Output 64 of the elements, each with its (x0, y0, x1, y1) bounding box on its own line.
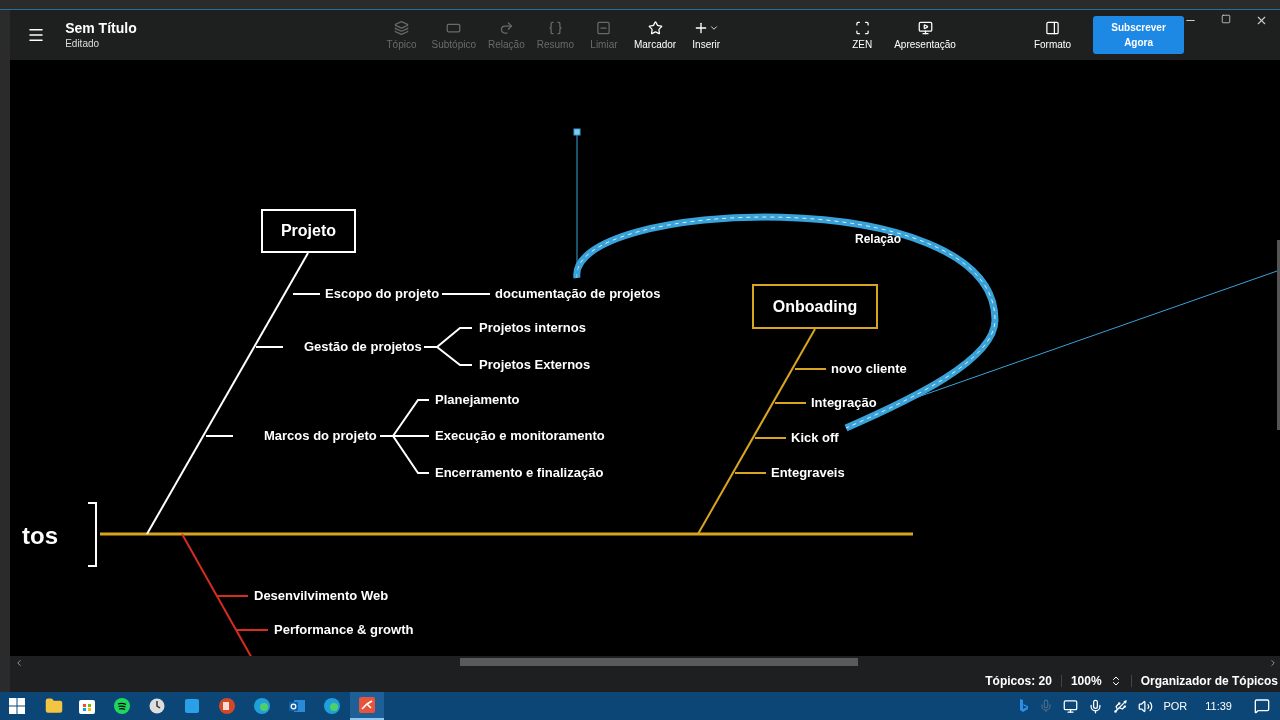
usb-icon (1113, 698, 1129, 714)
input-language[interactable]: POR (1163, 697, 1188, 715)
topic-label[interactable]: Gestão de projetos (304, 338, 422, 356)
branch-topic[interactable]: Projeto (261, 209, 356, 253)
toolbar-button[interactable]: Marcador (629, 18, 681, 52)
slides-app-icon (219, 698, 235, 714)
document-title: Sem Título (65, 19, 138, 37)
topic-count: Tópicos: 20 (985, 673, 1052, 690)
mind-map-app-icon (359, 697, 375, 713)
search-engine-icon (1019, 699, 1030, 713)
topic-label[interactable]: Integração (811, 394, 877, 412)
scrollbar-thumb[interactable] (460, 658, 858, 666)
browser-icon (254, 698, 270, 714)
clock-icon (149, 698, 165, 714)
folder-icon (45, 697, 63, 715)
bracket-icon (87, 502, 97, 567)
toolbar-button[interactable]: Apresentação (890, 18, 960, 52)
topic-label[interactable]: Entegraveis (771, 464, 845, 482)
close-icon (1255, 14, 1268, 27)
browser-icon (324, 698, 340, 714)
scroll-right-icon (1268, 658, 1278, 668)
store-icon (79, 698, 95, 714)
connector-line (423, 346, 473, 366)
app-tile-icon (184, 698, 200, 714)
topic-label[interactable]: Projetos internos (479, 319, 586, 337)
notifications-icon (1254, 698, 1270, 714)
active-app-tab[interactable] (350, 692, 384, 720)
connector-line (441, 293, 491, 295)
topic-label[interactable]: Projetos Externos (479, 356, 591, 374)
toolbar-button[interactable]: ZEN (848, 18, 877, 52)
topic-label[interactable]: Marcos do projeto (264, 427, 377, 445)
control-handle[interactable] (573, 128, 581, 279)
volume-icon (1138, 698, 1154, 714)
star-icon (647, 18, 663, 37)
topic-label[interactable]: documentação de projetos (495, 285, 661, 303)
document-status: Editado (65, 37, 101, 51)
subscribe-button[interactable]: Subscrever Agora (1093, 16, 1184, 54)
microphone-icon (1088, 698, 1104, 714)
topic-label[interactable]: Performance & growth (274, 621, 414, 639)
topic-label[interactable]: Desenvilvimento Web (254, 587, 389, 605)
scroll-left-icon (14, 658, 24, 668)
topic-organizer-link[interactable]: Organizador de Tópicos (1140, 672, 1278, 690)
format-button[interactable]: Formato (1029, 18, 1076, 52)
scrollbar-thumb[interactable] (1277, 240, 1280, 430)
layers-icon (394, 18, 409, 37)
zoom-level[interactable]: 100% (1070, 672, 1102, 690)
topic-label[interactable]: novo cliente (831, 360, 907, 378)
relationship-label[interactable]: Relação (855, 230, 902, 248)
microphone-icon (1039, 699, 1054, 713)
branch-topic[interactable]: Onboading (752, 284, 878, 329)
central-topic[interactable]: tos (22, 521, 58, 551)
maximize-icon (1221, 14, 1231, 24)
menu-icon (26, 26, 45, 44)
windows-logo-icon[interactable] (9, 698, 25, 714)
topic-label[interactable]: Escopo do projeto (325, 285, 440, 303)
clock-time[interactable]: 11:39 (1205, 697, 1232, 715)
network-icon (1063, 698, 1079, 714)
topic-label[interactable]: Kick off (791, 429, 839, 447)
music-app-icon (114, 698, 130, 714)
mail-app-icon (289, 698, 305, 714)
toolbar-button[interactable]: Inserir (684, 18, 729, 52)
topic-label[interactable]: Planejamento (435, 391, 520, 409)
topic-label[interactable]: Execução e monitoramento (435, 427, 605, 445)
topic-label[interactable]: Encerramento e finalização (435, 464, 604, 482)
